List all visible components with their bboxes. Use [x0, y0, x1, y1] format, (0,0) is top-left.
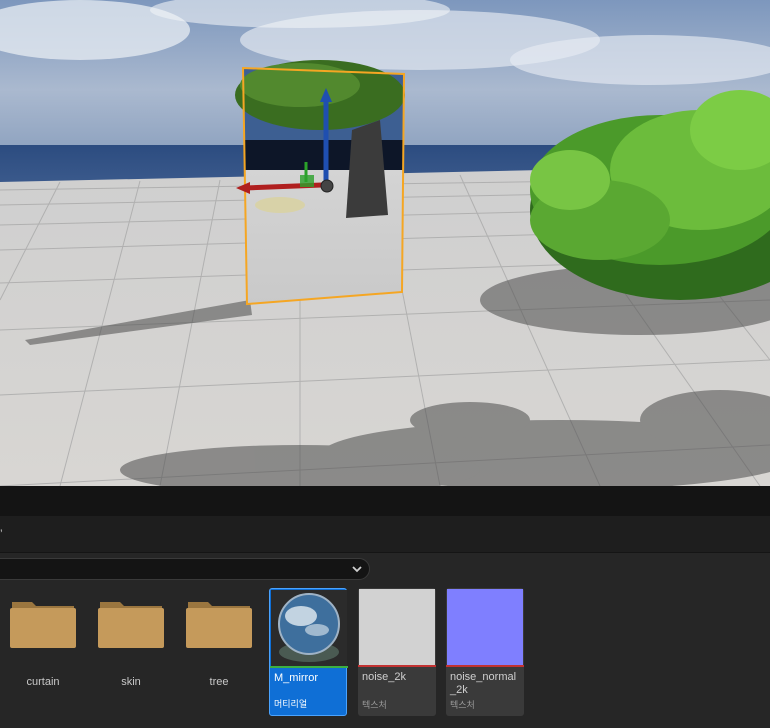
asset-type: 텍스처	[362, 701, 387, 711]
texture-thumbnail	[359, 589, 435, 665]
panel-divider	[0, 486, 770, 516]
sphere-icon	[278, 593, 340, 662]
asset-name: M_mirror	[274, 672, 318, 684]
asset-tile-noise-normal-2k[interactable]: noise_normal_2k 텍스처	[446, 588, 524, 716]
material-thumbnail	[271, 590, 347, 666]
folder-item-tree[interactable]: tree	[186, 594, 258, 694]
asset-name: noise_normal_2k	[450, 671, 517, 696]
viewport-scene	[0, 0, 770, 486]
asset-type: 텍스처	[450, 701, 475, 711]
asset-type-bar	[446, 665, 524, 667]
folder-icon	[98, 602, 164, 648]
asset-type-bar	[270, 666, 348, 668]
chevron-down-icon[interactable]	[351, 563, 363, 575]
content-browser-header: ’	[0, 516, 770, 553]
asset-type-bar	[358, 665, 436, 667]
folder-icon	[186, 602, 252, 648]
folder-item-skin[interactable]: skin	[98, 594, 170, 694]
folder-icon	[10, 602, 76, 648]
asset-type: 머티리얼	[274, 700, 308, 710]
folder-label: curtain	[26, 676, 60, 688]
folder-item-curtain[interactable]: curtain	[10, 594, 82, 694]
mirror-plane[interactable]	[235, 60, 406, 306]
level-viewport[interactable]	[0, 0, 770, 486]
header-text: ’	[0, 527, 3, 541]
asset-tile-m-mirror[interactable]: M_mirror 머티리얼	[269, 588, 348, 716]
path-bar[interactable]	[0, 558, 370, 580]
texture-thumbnail	[447, 589, 523, 665]
content-browser: ’ M_mirror 머티리얼 noise_2k 텍스처 noise_norma…	[0, 516, 770, 728]
asset-name: noise_2k	[362, 671, 407, 683]
folder-label: tree	[209, 676, 229, 688]
asset-tile-noise-2k[interactable]: noise_2k 텍스처	[358, 588, 436, 716]
folder-label: skin	[121, 676, 141, 688]
